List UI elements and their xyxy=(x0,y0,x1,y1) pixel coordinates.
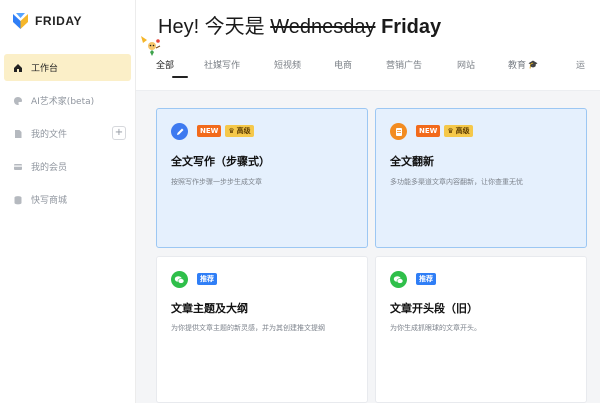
category-tabs: 全部 社媒写作 短视频 电商 营销广告 网站 教育 🎓 运 xyxy=(156,50,596,78)
file-icon xyxy=(13,129,23,139)
sidebar-item-workbench[interactable]: 工作台 xyxy=(4,54,131,81)
sidebar-item-membership[interactable]: 我的会员 xyxy=(4,153,131,180)
main-area: Hey! 今天是 Wednesday Friday 全部 社媒写作 短视频 电商… xyxy=(136,0,600,403)
tool-card-article-topic-outline[interactable]: 推荐 文章主题及大纲 为你提供文章主题的新灵感，并为其创建推文提纲 xyxy=(156,256,368,403)
header: Hey! 今天是 Wednesday Friday 全部 社媒写作 短视频 电商… xyxy=(136,0,600,90)
badge-group: 推荐 xyxy=(197,273,217,285)
tab-website[interactable]: 网站 xyxy=(457,50,508,78)
crown-icon: ♛ xyxy=(447,127,454,135)
tool-card-article-rewrite[interactable]: NEW ♛ 高级 全文翻新 多功能多渠道文章内容翻新，让你查重无忧 xyxy=(375,108,587,248)
home-icon xyxy=(13,63,23,73)
tab-more[interactable]: 运 xyxy=(576,50,596,78)
sidebar-item-label: 工作台 xyxy=(31,64,59,74)
card-description: 按照写作步骤一步步生成文章 xyxy=(171,178,262,186)
badge-group: 推荐 xyxy=(416,273,436,285)
tool-card-article-opening[interactable]: 推荐 文章开头段（旧） 为你生成抓眼球的文章开头。 xyxy=(375,256,587,403)
sidebar-item-label: AI艺术家(beta) xyxy=(31,97,95,107)
sidebar-item-label: 快写商城 xyxy=(31,196,68,206)
sidebar-nav: 工作台 AI艺术家(beta) 我的文件 + 我的会员 快写商城 xyxy=(4,54,131,219)
tab-all[interactable]: 全部 xyxy=(156,50,204,78)
tab-social-media-writing[interactable]: 社媒写作 xyxy=(204,50,274,78)
tab-short-video[interactable]: 短视频 xyxy=(274,50,334,78)
tab-education[interactable]: 教育 🎓 xyxy=(508,50,576,78)
recommended-badge: 推荐 xyxy=(197,273,217,285)
card-description: 多功能多渠道文章内容翻新，让你查重无忧 xyxy=(390,178,523,186)
wechat-icon xyxy=(171,271,188,288)
premium-badge: ♛ 高级 xyxy=(225,125,254,137)
pen-icon xyxy=(171,123,188,140)
logo-text: FRIDAY xyxy=(35,14,83,28)
membership-card-icon xyxy=(13,162,23,172)
divider xyxy=(136,90,600,91)
sidebar-item-ai-artist[interactable]: AI艺术家(beta) xyxy=(4,87,131,114)
sidebar: FRIDAY 工作台 AI艺术家(beta) 我的文件 + 我的会员 快写商城 xyxy=(0,0,136,403)
crown-icon: ♛ xyxy=(228,127,235,135)
graduation-cap-icon: 🎓 xyxy=(528,59,538,69)
card-title: 文章主题及大纲 xyxy=(171,302,248,315)
badge-group: NEW ♛ 高级 xyxy=(416,125,473,137)
sidebar-item-label: 我的文件 xyxy=(31,130,68,140)
wechat-icon xyxy=(390,271,407,288)
friday-logo-icon xyxy=(12,12,29,30)
sidebar-item-label: 我的会员 xyxy=(31,163,68,173)
card-description: 为你提供文章主题的新灵感，并为其创建推文提纲 xyxy=(171,324,325,332)
tool-card-full-article-writing[interactable]: NEW ♛ 高级 全文写作（步骤式） 按照写作步骤一步步生成文章 xyxy=(156,108,368,248)
logo[interactable]: FRIDAY xyxy=(12,11,82,31)
new-badge: NEW xyxy=(416,125,441,137)
document-icon xyxy=(390,123,407,140)
card-title: 全文翻新 xyxy=(390,155,434,168)
page-title: Hey! 今天是 Wednesday Friday xyxy=(158,10,441,39)
card-description: 为你生成抓眼球的文章开头。 xyxy=(390,324,481,332)
greeting-prefix: Hey! 今天是 xyxy=(158,16,265,38)
card-title: 全文写作（步骤式） xyxy=(171,155,270,168)
add-file-button[interactable]: + xyxy=(112,126,126,140)
greeting-strike: Wednesday xyxy=(270,16,376,38)
palette-icon xyxy=(13,96,23,106)
sidebar-item-store[interactable]: 快写商城 xyxy=(4,186,131,213)
tab-marketing-ads[interactable]: 营销广告 xyxy=(386,50,457,78)
new-badge: NEW xyxy=(197,125,222,137)
premium-badge: ♛ 高级 xyxy=(444,125,473,137)
badge-group: NEW ♛ 高级 xyxy=(197,125,254,137)
card-title: 文章开头段（旧） xyxy=(390,302,478,315)
greeting-day: Friday xyxy=(381,16,442,38)
store-icon xyxy=(13,195,23,205)
sidebar-item-my-files[interactable]: 我的文件 + xyxy=(4,120,131,147)
recommended-badge: 推荐 xyxy=(416,273,436,285)
tab-ecommerce[interactable]: 电商 xyxy=(334,50,386,78)
